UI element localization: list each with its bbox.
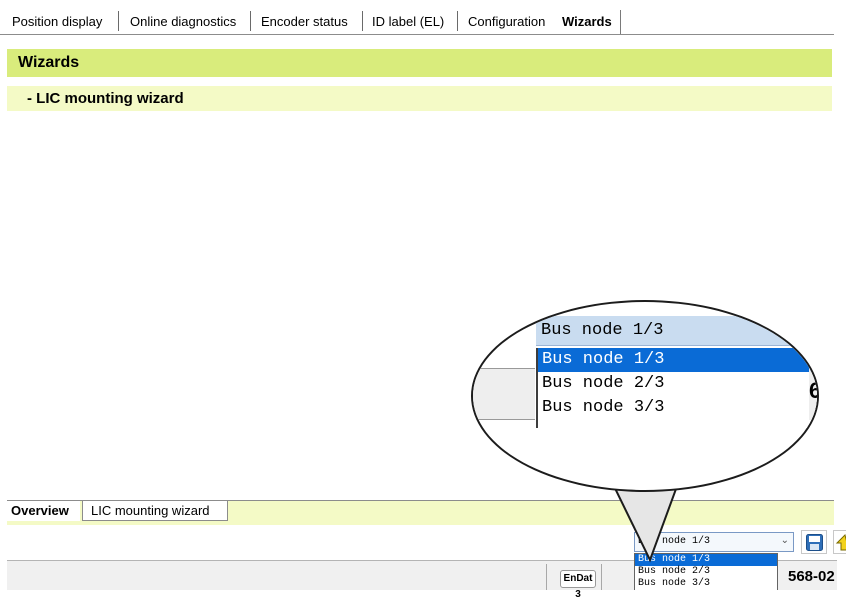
part-number-text: 568-02 [788, 568, 835, 585]
magnified-combo-value: Bus node 1/3 [536, 316, 817, 346]
tab-configuration[interactable]: Configuration [460, 10, 553, 34]
magnified-dropdown: Bus node 1/3 Bus node 2/3 Bus node 3/3 [536, 348, 817, 428]
dropdown-option[interactable]: Bus node 3/3 [635, 578, 777, 590]
magnifier-lens: Bus node 1/3 Bus node 1/3 Bus node 2/3 B… [471, 300, 819, 492]
tab-bar-divider [0, 34, 834, 35]
tab-online-diagnostics[interactable]: Online diagnostics [122, 10, 244, 34]
magnified-option: Bus node 1/3 [538, 348, 817, 372]
tab-bar: Position display Online diagnostics Enco… [0, 0, 846, 36]
magnified-background [473, 368, 535, 420]
tab-lic-mounting-wizard[interactable]: LIC mounting wizard [82, 501, 228, 521]
magnified-option: Bus node 2/3 [542, 374, 665, 393]
tab-separator [362, 11, 363, 31]
tab-encoder-status[interactable]: Encoder status [253, 10, 356, 34]
tab-separator [457, 11, 458, 31]
tab-overview[interactable]: Overview [7, 501, 80, 521]
tab-id-label[interactable]: ID label (EL) [364, 10, 452, 34]
magnifier-callout: Bus node 1/3 Bus node 1/3 Bus node 2/3 B… [470, 298, 822, 568]
tab-separator [118, 11, 119, 31]
next-button[interactable] [833, 530, 846, 554]
magnified-option: Bus node 3/3 [542, 398, 665, 417]
arrow-up-icon [835, 534, 846, 551]
tab-position-display[interactable]: Position display [4, 10, 110, 34]
tab-separator [250, 11, 251, 31]
endat-logo: EnDat 3 [560, 570, 596, 600]
page-title: Wizards [7, 49, 832, 77]
tab-wizards[interactable]: Wizards [554, 10, 621, 34]
section-title: - LIC mounting wizard [7, 86, 832, 111]
